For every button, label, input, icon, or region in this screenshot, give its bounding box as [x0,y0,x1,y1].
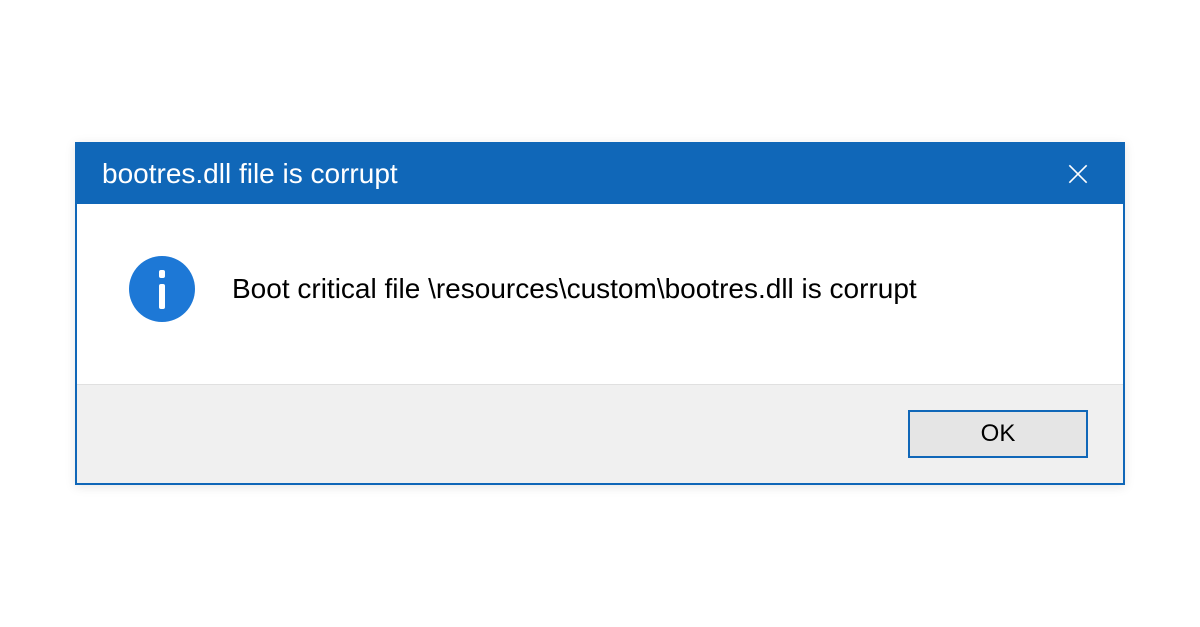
dialog-titlebar: bootres.dll file is corrupt [77,144,1123,204]
info-icon [127,254,197,324]
error-dialog: bootres.dll file is corrupt Boot critica… [75,142,1125,485]
dialog-content: Boot critical file \resources\custom\boo… [77,204,1123,384]
ok-button[interactable]: OK [908,410,1088,458]
dialog-message: Boot critical file \resources\custom\boo… [232,273,917,305]
close-button[interactable] [1053,149,1103,199]
dialog-button-area: OK [77,384,1123,483]
dialog-title: bootres.dll file is corrupt [102,158,398,190]
close-icon [1065,161,1091,187]
